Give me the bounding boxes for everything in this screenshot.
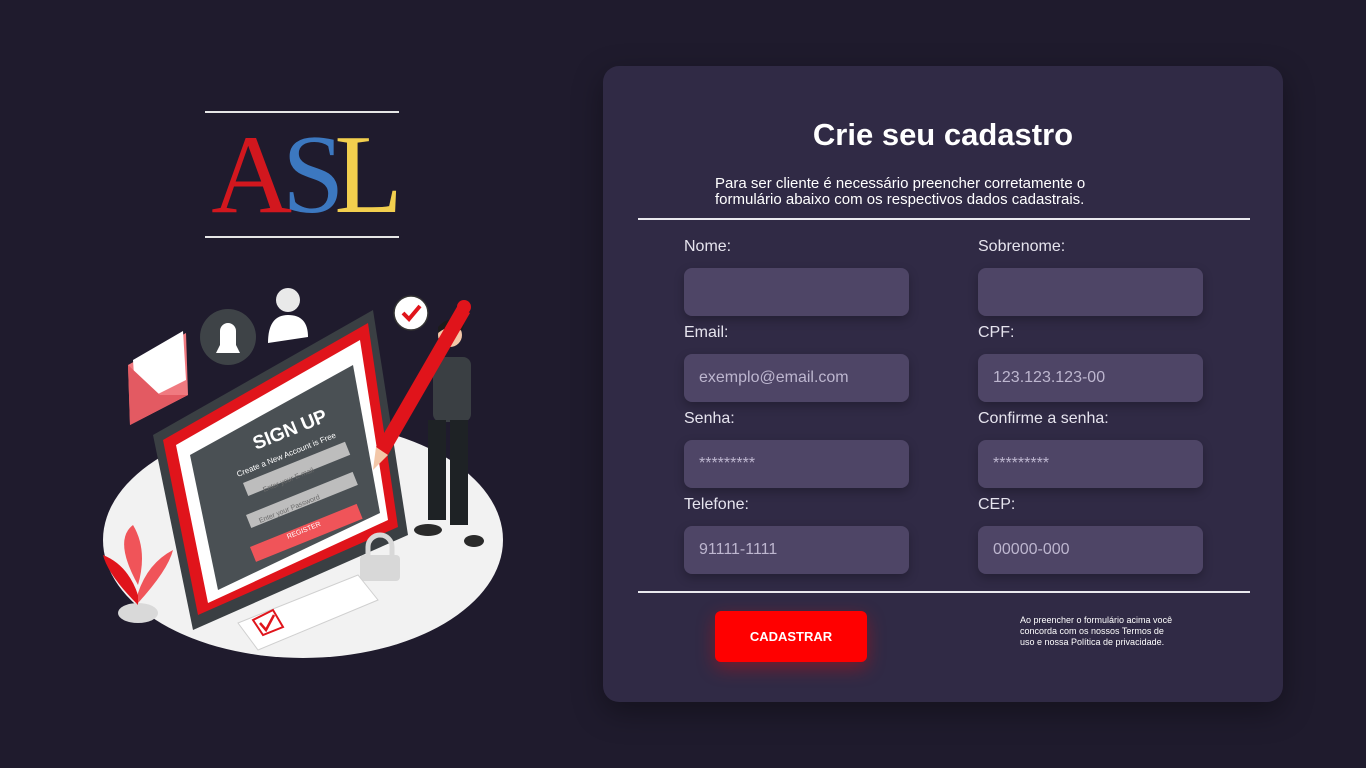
signup-card: Crie seu cadastro Para ser cliente é nec… [603, 66, 1283, 702]
cpf-input[interactable] [978, 354, 1203, 402]
logo-letter-s: S [282, 113, 344, 237]
cpf-label: CPF: [978, 324, 1015, 341]
top-divider [638, 218, 1250, 220]
senha-input[interactable] [684, 440, 909, 488]
cep-label: CEP: [978, 496, 1016, 513]
bell-icon [200, 309, 256, 365]
nome-field: Nome: [684, 237, 909, 316]
logo-letter-l: L [334, 113, 402, 237]
nome-label: Nome: [684, 238, 732, 255]
cep-input[interactable] [978, 526, 1203, 574]
senha-field: Senha: [684, 409, 909, 488]
email-field: Email: [684, 323, 909, 402]
sobrenome-input[interactable] [978, 268, 1203, 316]
check-bubble-icon [393, 295, 429, 331]
logo-bottom-rule [205, 236, 399, 238]
cadastrar-button[interactable]: CADASTRAR [715, 611, 867, 662]
user-icon [268, 288, 308, 343]
cep-field: CEP: [978, 495, 1203, 574]
telefone-field: Telefone: [684, 495, 909, 574]
logo-letter-a: A [211, 113, 292, 237]
logo-letters: ASL [205, 119, 403, 231]
telefone-input[interactable] [684, 526, 909, 574]
cpf-field: CPF: [978, 323, 1203, 402]
form-title: Crie seu cadastro [812, 117, 1074, 152]
confirme-senha-input[interactable] [978, 440, 1203, 488]
email-label: Email: [684, 324, 729, 341]
terms-notice: Ao preencher o formulário acima você con… [1020, 615, 1173, 647]
asl-logo: ASL [205, 111, 403, 238]
signup-illustration: SIGN UP Create a New Account is Free Ent… [103, 288, 503, 658]
form-subtitle: Para ser cliente é necessário preencher … [715, 175, 1086, 208]
nome-input[interactable] [684, 268, 909, 316]
bottom-divider [638, 591, 1250, 593]
envelope-icon [128, 331, 188, 425]
telefone-label: Telefone: [684, 496, 749, 513]
confirme-senha-field: Confirme a senha: [978, 409, 1203, 488]
email-input[interactable] [684, 354, 909, 402]
confirme-senha-label: Confirme a senha: [978, 410, 1109, 427]
senha-label: Senha: [684, 410, 735, 427]
sobrenome-field: Sobrenome: [978, 237, 1203, 316]
sobrenome-label: Sobrenome: [978, 238, 1066, 255]
